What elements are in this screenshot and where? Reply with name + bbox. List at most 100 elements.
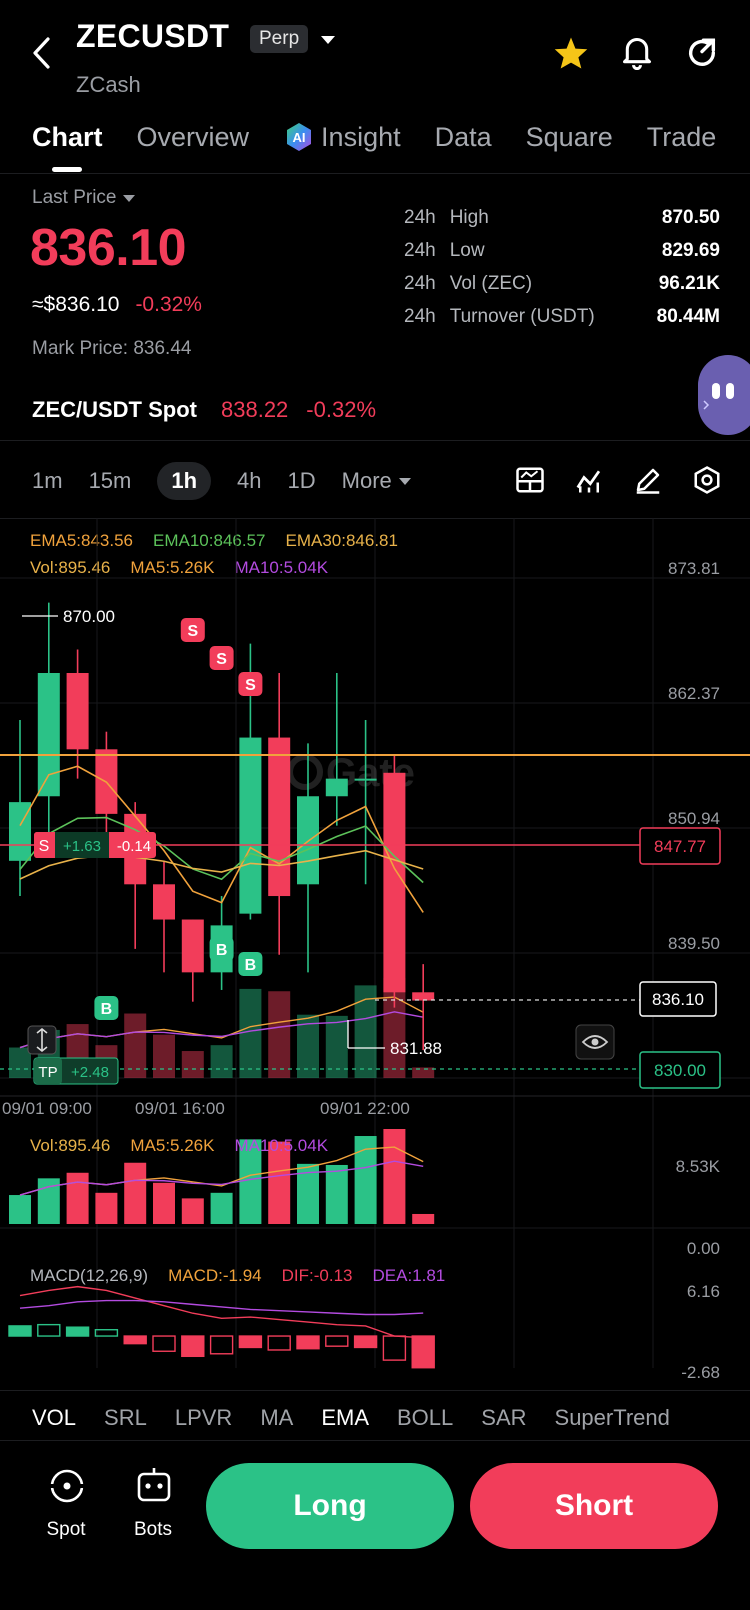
indicator-supertrend[interactable]: SuperTrend <box>555 1405 670 1431</box>
macd-bar <box>37 1323 61 1337</box>
settings-icon[interactable] <box>692 465 722 500</box>
volume-bar <box>412 1067 435 1078</box>
indicator-srl[interactable]: SRL <box>104 1405 147 1431</box>
symbol-title[interactable]: ZECUSDT <box>76 18 229 55</box>
vol-min-label: 0.00 <box>687 1239 720 1258</box>
x-label: 09/01 22:00 <box>320 1099 410 1118</box>
candle <box>37 602 60 838</box>
last-price: 836.10 <box>30 219 187 277</box>
trade-marker[interactable]: B <box>238 952 263 976</box>
last-price-tag[interactable]: 836.10 <box>639 981 717 1017</box>
macd-bar <box>123 1335 147 1345</box>
bots-nav[interactable]: Bots <box>123 1466 185 1541</box>
svg-text:830.00: 830.00 <box>654 1061 706 1080</box>
volume-bar <box>210 1192 233 1224</box>
candle <box>9 719 31 897</box>
svg-text:S: S <box>187 623 198 640</box>
macd-bar <box>325 1335 349 1347</box>
stat-volume: 24h Vol (ZEC) 96.21K <box>404 273 720 294</box>
tab-trade[interactable]: Trade <box>647 122 717 153</box>
chart-layout-icon[interactable] <box>515 465 545 500</box>
candle <box>268 673 291 955</box>
macd-bar <box>267 1335 291 1351</box>
x-label: 09/01 16:00 <box>135 1099 225 1118</box>
caret-down-icon <box>123 195 136 202</box>
tab-chart[interactable]: Chart <box>32 122 103 153</box>
caret-down-icon <box>398 478 411 485</box>
share-icon[interactable] <box>685 36 719 75</box>
coin-name: ZCash <box>76 72 141 97</box>
usd-price-row: ≈$836.10 -0.32% <box>32 293 202 317</box>
candle <box>124 802 147 949</box>
bell-icon[interactable] <box>620 34 654 75</box>
dea-line <box>19 1299 424 1316</box>
svg-text:S: S <box>216 651 227 668</box>
divider <box>0 1440 750 1441</box>
assistant-bubble[interactable] <box>698 355 750 435</box>
interval-1d[interactable]: 1D <box>288 468 316 494</box>
interval-1h[interactable]: 1h <box>157 462 212 500</box>
tab-data[interactable]: Data <box>435 122 492 153</box>
spot-price-row[interactable]: ZEC/USDT Spot 838.22 -0.32% <box>32 397 376 423</box>
more-intervals[interactable]: More <box>342 468 412 494</box>
tp-price-tag[interactable]: 830.00 <box>639 1051 721 1089</box>
interval-1m[interactable]: 1m <box>32 468 63 494</box>
indicator-vol[interactable]: VOL <box>32 1405 76 1431</box>
indicator-lpvr[interactable]: LPVR <box>175 1405 232 1431</box>
svg-text:B: B <box>216 942 228 959</box>
stat-high: 24h High 870.50 <box>404 207 720 228</box>
indicator-boll[interactable]: BOLL <box>397 1405 453 1431</box>
trade-marker[interactable]: B <box>94 996 119 1020</box>
volume-bar <box>66 1172 89 1224</box>
resize-handle-icon[interactable] <box>27 1025 57 1055</box>
candle <box>412 964 435 1051</box>
svg-text:S: S <box>39 838 50 855</box>
macd-subpanel <box>8 1285 435 1369</box>
candle <box>354 719 377 885</box>
macd-bar <box>353 1335 378 1349</box>
chevron-down-icon[interactable] <box>320 33 336 51</box>
indicator-sar[interactable]: SAR <box>481 1405 526 1431</box>
volume-bar <box>9 1195 31 1224</box>
tab-insight[interactable]: AI Insight <box>283 121 401 153</box>
volume-bar <box>412 1213 435 1224</box>
interval-4h[interactable]: 4h <box>237 468 261 494</box>
indicator-ema[interactable]: EMA <box>321 1405 369 1431</box>
draw-pencil-icon[interactable] <box>633 465 663 500</box>
position-price-tag[interactable]: 847.77 <box>639 827 721 865</box>
spot-label: ZEC/USDT Spot <box>32 397 197 422</box>
divider <box>0 1390 750 1391</box>
volume-bar <box>268 991 291 1078</box>
indicators-icon[interactable] <box>574 465 604 500</box>
volume-bar <box>124 1013 147 1078</box>
star-icon[interactable] <box>553 36 589 75</box>
position-badge[interactable]: S +1.63 -0.14 <box>34 832 156 858</box>
trade-marker[interactable]: B <box>209 937 234 961</box>
tp-badge[interactable]: TP +2.48 <box>33 1057 119 1085</box>
price-change: -0.32% <box>135 293 202 316</box>
perp-badge: Perp <box>250 25 309 53</box>
trade-marker[interactable]: S <box>209 646 234 670</box>
indicator-ma[interactable]: MA <box>260 1405 293 1431</box>
macd-bar <box>238 1335 263 1349</box>
tab-overview[interactable]: Overview <box>137 122 250 153</box>
last-price-selector[interactable]: Last Price <box>32 187 136 209</box>
trade-marker[interactable]: S <box>238 672 263 696</box>
tab-square[interactable]: Square <box>526 122 613 153</box>
trade-marker[interactable]: S <box>180 618 205 642</box>
volume-bar <box>153 1034 175 1078</box>
indicator-tabs: VOL SRL LPVR MA EMA BOLL SAR SuperTrend <box>32 1405 670 1431</box>
y-label: 850.94 <box>668 809 720 828</box>
candle <box>325 673 348 826</box>
interval-15m[interactable]: 15m <box>89 468 132 494</box>
short-button[interactable]: Short <box>470 1463 718 1549</box>
svg-text:S: S <box>245 677 256 694</box>
long-button[interactable]: Long <box>206 1463 454 1549</box>
spot-nav[interactable]: Spot <box>36 1466 98 1541</box>
divider <box>0 173 750 174</box>
y-label: 862.37 <box>668 684 720 703</box>
macd-min-label: -2.68 <box>681 1363 720 1382</box>
back-icon[interactable] <box>30 36 54 75</box>
spot-price: 838.22 <box>221 397 289 422</box>
eye-icon[interactable] <box>575 1024 615 1060</box>
